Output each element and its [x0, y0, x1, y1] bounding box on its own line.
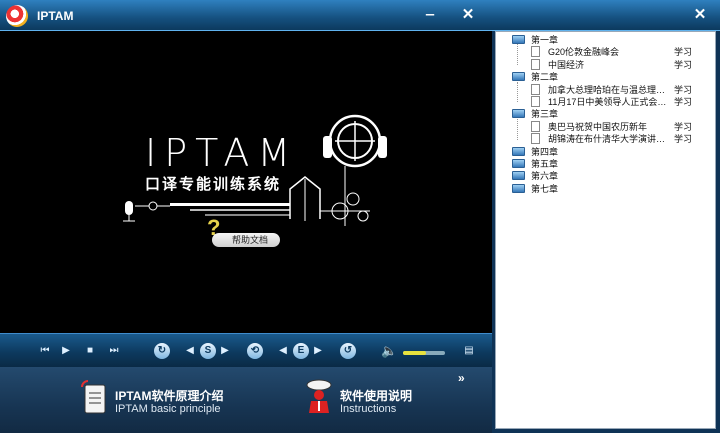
title-bar[interactable]: IPTAM ‒ ✕ — [0, 0, 492, 31]
document-icon — [81, 380, 106, 414]
chapter-label: 第四章 — [531, 146, 559, 157]
previous-track-button[interactable]: ⏮ — [38, 343, 52, 359]
chapter-item[interactable]: 第六章 — [496, 170, 715, 182]
study-link[interactable]: 学习 — [674, 133, 692, 145]
tree-connector — [517, 118, 518, 140]
player-window: IPTAM ‒ ✕ IPTAM 口译专能训练系统 ? 帮助文档 ⏮ ▶ ■ ⏭ … — [0, 0, 492, 433]
minimize-button[interactable]: ‒ — [420, 6, 440, 24]
control-bar: ⏮ ▶ ■ ⏭ ↻ ◀ S ▶ ⟲ ◀ E ▶ ↺ 🔈 ▤ — [0, 333, 492, 367]
s-marker-button[interactable]: S — [200, 343, 216, 359]
chapter-tree[interactable]: 第一章 G20伦敦金融峰会 学习 中国经济 学习 第二章 加拿大总理哈珀在与温总理… 学习 11… — [495, 31, 716, 429]
lesson-item[interactable]: 11月17日中美领导人正式会… 学习 — [496, 96, 715, 108]
app-root: IPTAM ‒ ✕ IPTAM 口译专能训练系统 ? 帮助文档 ⏮ ▶ ■ ⏭ … — [0, 0, 720, 433]
panel-close-button[interactable]: ✕ — [690, 6, 710, 24]
study-link[interactable]: 学习 — [674, 46, 692, 58]
expand-icon[interactable]: » — [458, 371, 465, 385]
document-icon — [531, 46, 540, 58]
feature-panel: IPTAM软件原理介绍 IPTAM basic principle 软件使用说明… — [0, 367, 492, 433]
principle-link[interactable]: IPTAM软件原理介绍 IPTAM basic principle — [80, 377, 260, 425]
lesson-item[interactable]: 奥巴马祝贺中国农历新年 学习 — [496, 120, 715, 133]
s-left-arrow[interactable]: ◀ — [185, 343, 195, 359]
lesson-title: 奥巴马祝贺中国农历新年 — [548, 121, 648, 132]
chapter-label: 第五章 — [531, 159, 559, 169]
chapter-item[interactable]: 第五章 — [496, 158, 715, 170]
instructions-title: 软件使用说明 — [340, 389, 413, 403]
lesson-item[interactable]: 加拿大总理哈珀在与温总理… 学习 — [496, 83, 715, 96]
volume-slider[interactable] — [403, 351, 445, 355]
chapter-item[interactable]: 第七章 — [496, 183, 715, 195]
chapter-item[interactable]: 第一章 — [496, 34, 715, 46]
study-link[interactable]: 学习 — [674, 121, 692, 133]
splash-logo: IPTAM 口译专能训练系统 ? 帮助文档 — [115, 101, 395, 251]
chapter-label: 第六章 — [531, 171, 559, 182]
repeat-icon[interactable]: ⟲ — [247, 343, 263, 359]
principle-title: IPTAM软件原理介绍 — [115, 389, 224, 403]
instructions-subtitle: Instructions — [340, 403, 397, 415]
chapter-item[interactable]: 第二章 — [496, 71, 715, 83]
window-title: IPTAM — [37, 9, 74, 23]
lesson-title: 中国经济 — [548, 59, 585, 70]
document-icon — [531, 120, 540, 132]
e-left-arrow[interactable]: ◀ — [278, 343, 288, 359]
document-icon — [531, 96, 540, 107]
chapter-item[interactable]: 第四章 — [496, 146, 715, 158]
play-button[interactable]: ▶ — [60, 343, 72, 359]
chapter-label: 第七章 — [531, 183, 559, 194]
speaker-person-icon — [306, 379, 332, 413]
file-icon[interactable]: ▤ — [463, 343, 475, 359]
principle-subtitle: IPTAM basic principle — [115, 403, 221, 415]
volume-icon[interactable]: 🔈 — [381, 343, 397, 359]
help-doc-button[interactable]: 帮助文档 — [212, 233, 280, 247]
chapter-label: 第三章 — [531, 109, 559, 120]
instructions-link[interactable]: 软件使用说明 Instructions — [305, 377, 455, 425]
tree-connector — [517, 44, 518, 66]
app-logo-icon — [6, 5, 28, 27]
stop-button[interactable]: ■ — [84, 343, 96, 359]
chapter-label: 第一章 — [531, 35, 559, 45]
document-icon — [531, 133, 540, 145]
volume-level — [403, 351, 427, 355]
lesson-title: 11月17日中美领导人正式会… — [548, 97, 667, 107]
splash-title: IPTAM — [145, 131, 299, 175]
lesson-panel: ✕ 第一章 G20伦敦金融峰会 学习 中国经济 学习 第二章 加拿大总理哈珀在与温总理… 学习… — [492, 0, 720, 433]
study-link[interactable]: 学习 — [674, 96, 692, 108]
study-link[interactable]: 学习 — [674, 84, 692, 96]
lesson-title: G20伦敦金融峰会 — [548, 47, 620, 58]
loop-a-icon[interactable]: ↻ — [154, 343, 170, 359]
folder-icon — [512, 183, 525, 193]
document-icon — [531, 58, 540, 70]
folder-icon — [512, 146, 525, 156]
e-marker-button[interactable]: E — [293, 343, 309, 359]
chapter-item[interactable]: 第三章 — [496, 108, 715, 120]
document-icon — [531, 83, 540, 95]
folder-icon — [512, 35, 525, 44]
lesson-item[interactable]: 胡锦涛在布什清华大学演讲… 学习 — [496, 133, 715, 145]
folder-icon — [512, 72, 525, 82]
close-button[interactable]: ✕ — [458, 6, 478, 24]
study-link[interactable]: 学习 — [674, 59, 692, 71]
lesson-title: 加拿大总理哈珀在与温总理… — [548, 84, 666, 95]
s-right-arrow[interactable]: ▶ — [220, 343, 230, 359]
next-track-button[interactable]: ⏭ — [107, 343, 121, 359]
e-right-arrow[interactable]: ▶ — [313, 343, 323, 359]
folder-icon — [512, 109, 525, 119]
tree-connector — [517, 81, 518, 103]
folder-icon — [512, 171, 525, 181]
chapter-label: 第二章 — [531, 72, 559, 83]
loop-b-icon[interactable]: ↺ — [340, 343, 356, 359]
lesson-item[interactable]: 中国经济 学习 — [496, 58, 715, 71]
folder-icon — [512, 159, 525, 168]
panel-title-bar[interactable]: ✕ — [492, 0, 720, 31]
splash-subtitle: 口译专能训练系统 — [145, 176, 282, 193]
video-area[interactable]: IPTAM 口译专能训练系统 ? 帮助文档 — [0, 31, 492, 328]
lesson-item[interactable]: G20伦敦金融峰会 学习 — [496, 46, 715, 58]
lesson-title: 胡锦涛在布什清华大学演讲… — [548, 134, 666, 145]
